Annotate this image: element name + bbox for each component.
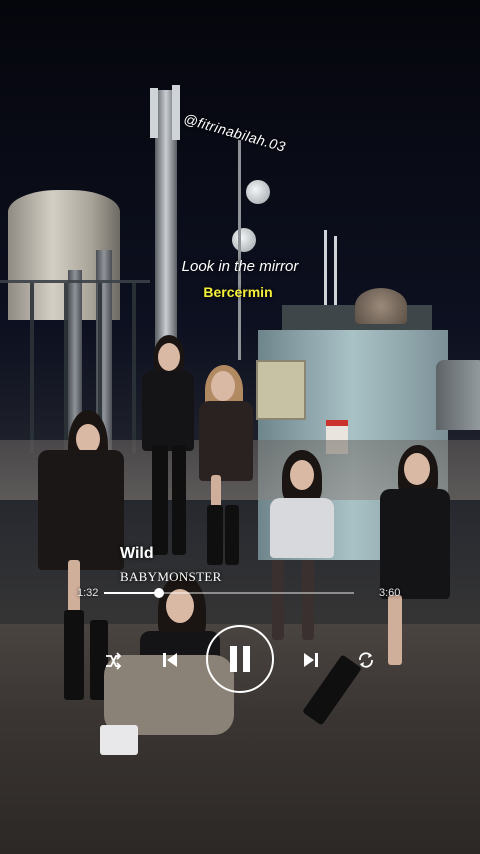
progress-fill <box>104 592 159 594</box>
antenna-right <box>172 85 180 140</box>
next-button[interactable] <box>301 650 321 670</box>
shuffle-button[interactable] <box>104 652 122 670</box>
side-tank <box>436 360 480 430</box>
satellite-dish <box>246 180 270 204</box>
lyric-translation: Bercermin <box>203 284 273 300</box>
total-time: 3:60 <box>379 587 401 599</box>
lyric-line: Look in the mirror <box>181 258 299 275</box>
satellite-dish <box>232 228 256 252</box>
previous-button[interactable] <box>160 650 180 670</box>
play-pause-button[interactable] <box>206 625 274 693</box>
skip-next-icon <box>304 653 318 667</box>
artist-name: BABYMONSTER <box>120 569 222 584</box>
elapsed-time: 1:32 <box>77 587 99 599</box>
repeat-icon <box>359 652 373 668</box>
progress-thumb[interactable] <box>154 588 164 598</box>
song-title: Wild <box>120 545 154 562</box>
antenna-pole <box>238 140 241 360</box>
skip-previous-icon <box>163 653 177 667</box>
repeat-button[interactable] <box>357 651 375 669</box>
antenna-left <box>150 88 158 138</box>
progress-bar[interactable] <box>104 588 354 598</box>
electrical-panel <box>256 360 306 420</box>
shuffle-icon <box>106 652 122 670</box>
pause-icon <box>230 646 250 672</box>
